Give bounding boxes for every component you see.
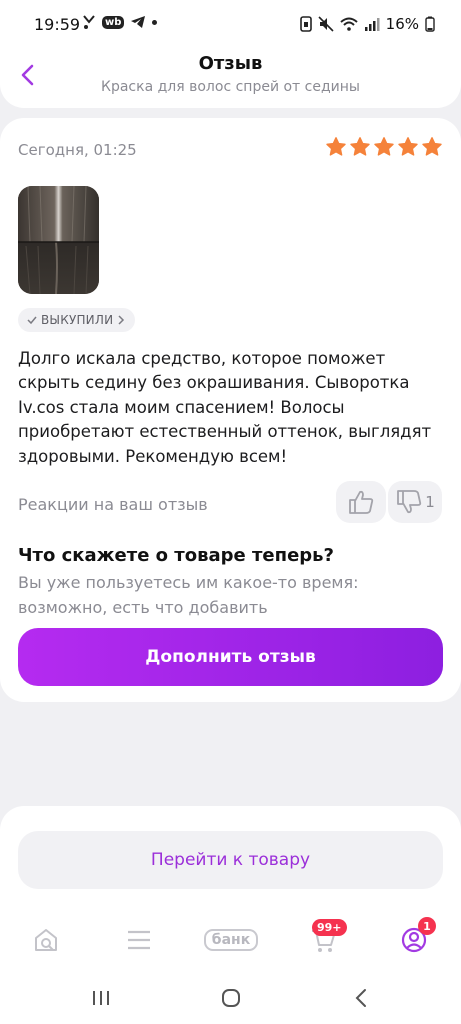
star-icon — [422, 137, 442, 156]
cart-count-badge: 99+ — [312, 919, 347, 936]
tab-bank[interactable]: банк — [202, 922, 260, 958]
recent-apps-icon — [93, 991, 109, 1005]
home-circle-icon — [222, 989, 240, 1007]
notification-icons: wb — [82, 14, 158, 30]
system-navigation-bar — [0, 972, 461, 1024]
status-time: 19:59 — [34, 15, 81, 34]
star-icon — [326, 137, 346, 156]
reactions-label: Реакции на ваш отзыв — [18, 495, 208, 514]
thumbs-up-icon — [349, 490, 374, 514]
star-icon — [374, 137, 394, 156]
bank-icon: банк — [203, 929, 259, 951]
home-button[interactable] — [219, 986, 243, 1010]
product-name: Краска для волос спрей от седины — [101, 79, 360, 95]
page-title: Отзыв — [198, 53, 263, 74]
rating-stars — [325, 136, 443, 158]
review-text: Долго искала средство, которое поможет с… — [18, 349, 432, 466]
update-prompt-subtitle: Вы уже пользуетесь им какое-то время: во… — [18, 573, 359, 617]
telegram-icon — [131, 16, 146, 28]
tab-home[interactable] — [28, 922, 64, 958]
wifi-icon — [339, 17, 358, 31]
profile-notification-badge: 1 — [418, 917, 436, 935]
dislike-button[interactable]: 1 — [388, 481, 442, 523]
star-icon — [350, 137, 370, 156]
tab-catalog[interactable] — [121, 922, 157, 958]
menu-icon — [128, 930, 150, 950]
check-icon — [27, 316, 37, 325]
missed-call-icon — [83, 15, 95, 29]
sim-icon — [299, 16, 312, 32]
status-bar: 19:59 wb 16% — [0, 0, 461, 52]
review-photo[interactable] — [18, 186, 99, 294]
go-to-product-button[interactable]: Перейти к товару — [18, 831, 443, 889]
back-arrow-icon — [355, 989, 366, 1007]
update-prompt-title: Что скажете о товаре теперь? — [18, 545, 334, 566]
review-date: Сегодня, 01:25 — [18, 141, 137, 159]
more-notifications-icon — [152, 19, 158, 25]
purchased-label: ВЫКУПИЛИ — [41, 313, 114, 327]
dislike-count: 1 — [425, 493, 435, 511]
like-button[interactable] — [336, 481, 386, 523]
battery-icon — [425, 16, 435, 32]
wb-app-icon: wb — [102, 15, 125, 29]
page-header: Отзыв Краска для волос спрей от седины — [0, 52, 461, 108]
system-back-button[interactable] — [349, 986, 373, 1010]
home-search-icon — [35, 929, 57, 951]
hair-photo-image — [18, 186, 99, 294]
thumbs-down-icon — [397, 490, 422, 514]
signal-icon — [364, 18, 380, 31]
bottom-tab-bar: банк 99+ 1 — [0, 908, 461, 972]
purchased-badge: ВЫКУПИЛИ — [18, 308, 136, 332]
mute-icon — [318, 16, 334, 32]
system-status-icons: 16% — [299, 15, 435, 33]
recent-apps-button[interactable] — [89, 986, 113, 1010]
battery-percent: 16% — [385, 15, 419, 33]
review-card: Сегодня, 01:25 ВЫКУПИЛИ Долго искала сре… — [0, 118, 461, 702]
supplement-review-button[interactable]: Дополнить отзыв — [18, 628, 443, 686]
chevron-right-icon — [118, 315, 125, 325]
bottom-action-card: Перейти к товару — [0, 806, 461, 908]
star-icon — [398, 137, 418, 156]
